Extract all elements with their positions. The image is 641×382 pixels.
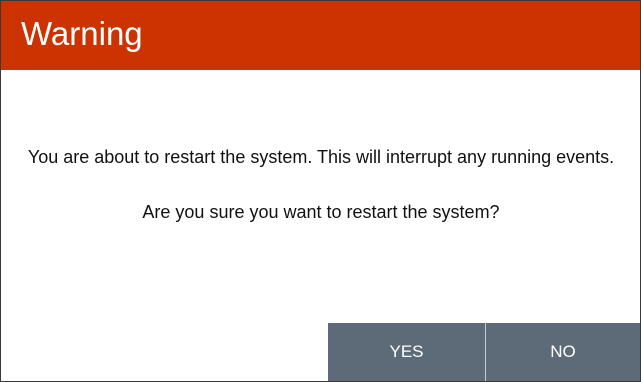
restart-confirmation-question: Are you sure you want to restart the sys… (142, 202, 500, 222)
dialog-button-bar: YES NO (328, 323, 640, 381)
restart-warning-text: You are about to restart the system. Thi… (27, 147, 615, 167)
warning-dialog: Warning You are about to restart the sys… (0, 0, 641, 382)
dialog-message: You are about to restart the system. Thi… (21, 146, 621, 224)
yes-button[interactable]: YES (328, 323, 486, 381)
dialog-title-bar: Warning (1, 1, 640, 70)
dialog-title: Warning (21, 15, 143, 52)
no-button[interactable]: NO (486, 323, 640, 381)
